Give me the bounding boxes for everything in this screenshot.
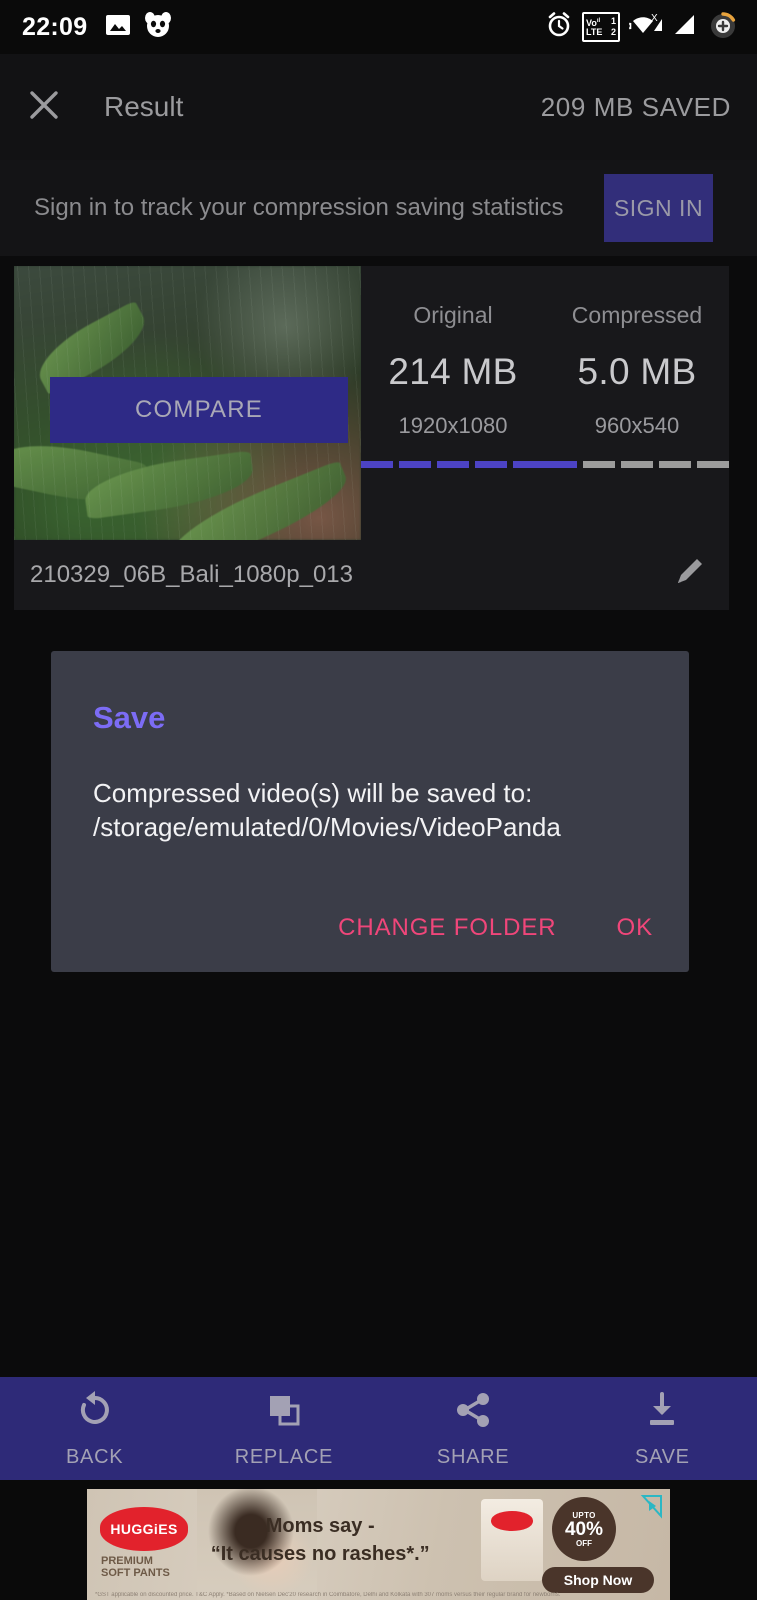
dialog-actions: CHANGE FOLDER OK — [338, 914, 653, 942]
video-thumbnail[interactable]: COMPARE — [14, 266, 361, 540]
ad-brand-logo: HUGGiES — [100, 1507, 188, 1551]
volte-dual-sim-icon: Voıl 1 LTE 2 — [582, 12, 620, 42]
original-size: 214 MB — [388, 351, 518, 392]
ad-pack-logo — [491, 1511, 533, 1531]
nav-item-save[interactable]: SAVE — [568, 1377, 757, 1480]
svg-text:X: X — [651, 13, 658, 24]
status-bar-system-icons: Voıl 1 LTE 2 X — [545, 9, 739, 46]
original-label: Original — [413, 302, 493, 328]
close-icon[interactable] — [26, 87, 62, 128]
nav-label-back: BACK — [65, 1446, 124, 1468]
ad-banner-container: HUGGiES PREMIUM SOFT PANTS Moms say - “I… — [0, 1480, 757, 1600]
rotate-back-icon — [73, 1388, 117, 1437]
ok-button[interactable]: OK — [617, 914, 653, 942]
ad-headline-line2: “It causes no rashes*.” — [210, 1543, 430, 1565]
saved-amount-label: 209 MB SAVED — [540, 91, 731, 122]
signal-1-icon — [672, 12, 698, 43]
compare-button[interactable]: COMPARE — [50, 377, 348, 443]
nav-label-replace: REPLACE — [234, 1446, 334, 1468]
signin-message: Sign in to track your compression saving… — [34, 194, 564, 221]
bottom-nav-bar: BACK REPLACE SHARE SAVE — [0, 1377, 757, 1480]
copy-replace-icon — [262, 1388, 306, 1437]
ad-shop-now-button[interactable]: Shop Now — [542, 1567, 654, 1593]
image-icon — [105, 14, 131, 41]
compressed-segment-bar — [545, 461, 729, 468]
ad-badge-percent: 40% — [564, 1518, 604, 1540]
ad-brand-subtitle: PREMIUM SOFT PANTS — [101, 1555, 170, 1579]
sign-in-button[interactable]: SIGN IN — [604, 174, 713, 242]
compressed-size: 5.0 MB — [577, 351, 697, 392]
compressed-resolution: 960x540 — [594, 413, 680, 438]
status-bar-notification-icons — [105, 11, 172, 43]
original-resolution: 1920x1080 — [398, 413, 508, 438]
ad-badge-off: OFF — [576, 1538, 592, 1548]
ad-headline-line1: Moms say - — [265, 1515, 375, 1537]
change-folder-button[interactable]: CHANGE FOLDER — [338, 914, 556, 942]
save-dialog: Save Compressed video(s) will be saved t… — [51, 651, 689, 972]
nav-label-share: SHARE — [436, 1446, 510, 1468]
app-bar: Result 209 MB SAVED — [0, 54, 757, 160]
stat-column-compressed: Compressed 5.0 MB 960x540 — [545, 284, 729, 540]
nav-item-share[interactable]: SHARE — [379, 1377, 568, 1480]
battery-charging-icon — [707, 9, 739, 46]
adchoices-icon[interactable] — [639, 1493, 665, 1524]
share-icon — [451, 1388, 495, 1437]
nav-item-back[interactable]: BACK — [0, 1377, 189, 1480]
compression-stats: Original 214 MB 1920x1080 Compressed 5.0… — [361, 266, 729, 540]
nav-item-replace[interactable]: REPLACE — [189, 1377, 378, 1480]
panda-app-icon — [144, 11, 172, 43]
original-segment-bar — [361, 461, 545, 468]
result-card-top: COMPARE Original 214 MB 1920x1080 Compre… — [14, 266, 729, 540]
ad-fine-print: *GST applicable on discounted price. T&C… — [95, 1592, 561, 1598]
signin-banner: Sign in to track your compression saving… — [0, 160, 757, 256]
video-filename: 210329_06B_Bali_1080p_013 — [30, 561, 353, 588]
wifi-no-internet-icon: X — [628, 11, 663, 44]
dialog-message: Compressed video(s) will be saved to: /s… — [93, 778, 561, 843]
status-bar-clock: 22:09 — [22, 12, 88, 41]
ad-product-pack — [481, 1499, 543, 1581]
compressed-label: Compressed — [571, 302, 703, 328]
result-card-filename-row: 210329_06B_Bali_1080p_013 — [14, 540, 729, 610]
status-bar: 22:09 Voıl 1 LTE 2 X — [0, 0, 757, 54]
ad-banner[interactable]: HUGGiES PREMIUM SOFT PANTS Moms say - “I… — [87, 1489, 670, 1600]
alarm-icon — [545, 11, 573, 44]
page-title: Result — [104, 91, 184, 122]
pencil-icon[interactable] — [671, 554, 709, 597]
ad-discount-badge: UPTO 40% OFF — [552, 1497, 616, 1561]
stat-column-original: Original 214 MB 1920x1080 — [361, 284, 545, 540]
dialog-title: Save — [93, 700, 166, 735]
nav-label-save: SAVE — [635, 1446, 690, 1468]
app-screen: 22:09 Voıl 1 LTE 2 X Result 209 MB SAVED… — [0, 0, 757, 1600]
result-card: COMPARE Original 214 MB 1920x1080 Compre… — [14, 266, 729, 610]
download-save-icon — [640, 1388, 684, 1437]
